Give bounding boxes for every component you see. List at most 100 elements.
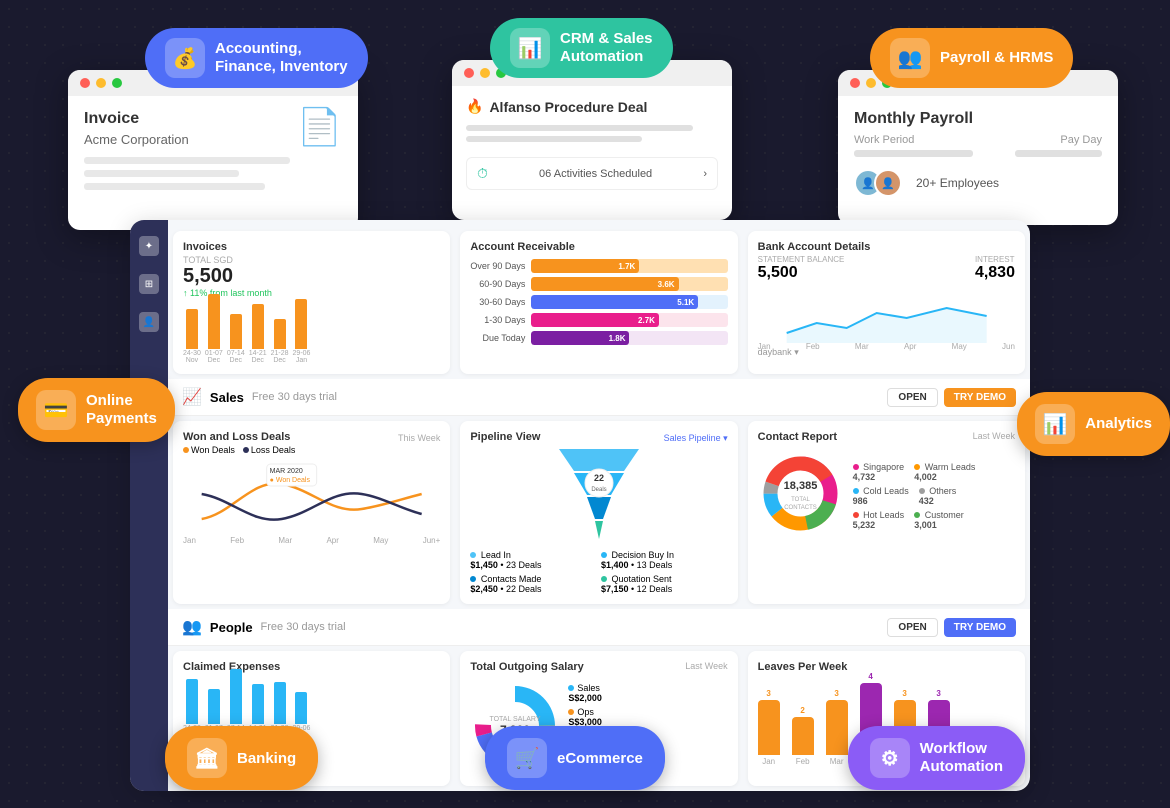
people-demo-btn[interactable]: TRY DEMO <box>944 618 1016 637</box>
svg-text:22: 22 <box>594 473 604 483</box>
leaves-title: Leaves Per Week <box>758 661 1015 673</box>
accounting-icon: 💰 <box>165 38 205 78</box>
badge-online-payments[interactable]: 💳 OnlinePayments <box>18 378 175 442</box>
payroll-title: Monthly Payroll <box>854 110 1102 128</box>
sales-title: Sales <box>210 390 244 405</box>
wl-chart: MAR 2020 ● Won Deals JanFebMarAprMayJun+ <box>183 459 440 539</box>
badge-crm[interactable]: 📊 CRM & SalesAutomation <box>490 18 673 78</box>
payments-icon: 💳 <box>36 390 76 430</box>
people-title: People <box>210 620 253 635</box>
ecommerce-label: eCommerce <box>557 750 643 767</box>
wl-period: This Week <box>398 433 440 443</box>
sales-icon: 📈 <box>182 387 202 407</box>
banking-label: Banking <box>237 750 296 767</box>
bank-balance: 5,500 <box>758 264 845 282</box>
payroll-icon: 👥 <box>890 38 930 78</box>
invoices-chart: 24-30Nov 01-07Dec 07-14Dec 14-21Dec <box>183 304 440 364</box>
crm-activity: ⏱ 06 Activities Scheduled › <box>466 157 718 190</box>
sales-demo-btn[interactable]: TRY DEMO <box>944 388 1016 407</box>
pipeline-title: Pipeline View <box>470 431 540 443</box>
sales-section-header: 📈 Sales Free 30 days trial OPEN TRY DEMO <box>168 379 1030 416</box>
svg-text:CONTACTS: CONTACTS <box>784 505 817 511</box>
sidebar-icon-1[interactable]: ✦ <box>139 236 159 256</box>
fire-icon: 🔥 <box>466 98 483 115</box>
row-2: Won and Loss Deals This Week Won Deals L… <box>168 416 1030 609</box>
bank-interest: 4,830 <box>975 264 1015 282</box>
crm-icon: 📊 <box>510 28 550 68</box>
pay-day-label: Pay Day <box>1060 134 1102 146</box>
bank-chart: JanFebMarAprMayJun <box>758 288 1015 343</box>
contact-chart: 18,385 TOTAL CONTACTS Singapore4,732 <box>758 451 1015 541</box>
contact-period: Last Week <box>973 431 1015 445</box>
people-trial: Free 30 days trial <box>261 621 346 633</box>
analytics-label: Analytics <box>1085 415 1152 433</box>
pipeline-info: Lead In$1,450 • 23 Deals Decision Buy In… <box>470 550 727 594</box>
pipeline-subtitle: Sales Pipeline ▾ <box>664 433 728 444</box>
workflow-label: WorkflowAutomation <box>920 740 1003 776</box>
invoices-subtitle: TOTAL SGD <box>183 255 440 265</box>
banking-icon: 🏛 <box>187 738 227 778</box>
bank-balance-label: STATEMENT BALANCE <box>758 255 845 264</box>
sidebar-icon-2[interactable]: ⊞ <box>139 274 159 294</box>
pipeline-card: Pipeline View Sales Pipeline ▾ <box>460 421 737 604</box>
invoices-value: 5,500 <box>183 265 440 288</box>
svg-text:● Won Deals: ● Won Deals <box>270 477 311 484</box>
payroll-label: Payroll & HRMS <box>940 49 1053 67</box>
people-section-header: 👥 People Free 30 days trial OPEN TRY DEM… <box>168 609 1030 646</box>
avatar-stack: 👤 👤 <box>854 169 894 197</box>
wl-title: Won and Loss Deals <box>183 431 290 443</box>
contact-legend: Singapore4,732 Warm Leads4,002 <box>853 462 976 530</box>
workflow-icon: ⚙ <box>870 738 910 778</box>
invoice-lines <box>84 157 342 190</box>
payments-label: OnlinePayments <box>86 392 157 428</box>
people-open-btn[interactable]: OPEN <box>887 618 937 637</box>
doc-icon: 📄 <box>297 106 342 148</box>
badge-workflow[interactable]: ⚙ WorkflowAutomation <box>848 726 1025 790</box>
employees-label: 20+ Employees <box>916 176 999 190</box>
ecommerce-icon: 🛒 <box>507 738 547 778</box>
expenses-title: Claimed Expenses <box>183 661 440 673</box>
bank-title: Bank Account Details <box>758 241 1015 253</box>
badge-payroll[interactable]: 👥 Payroll & HRMS <box>870 28 1073 88</box>
crm-window: 🔥 Alfanso Procedure Deal ⏱ 06 Activities… <box>452 60 732 220</box>
invoices-card: Invoices TOTAL SGD 5,500 ↑ 11% from last… <box>173 231 450 374</box>
bank-interest-label: INTEREST <box>975 255 1015 264</box>
wl-legend: Won Deals Loss Deals <box>183 445 440 455</box>
sales-trial: Free 30 days trial <box>252 391 337 403</box>
contact-title: Contact Report <box>758 431 837 443</box>
sidebar-icon-3[interactable]: 👤 <box>139 312 159 332</box>
contact-card: Contact Report Last Week <box>748 421 1025 604</box>
ar-chart: Over 90 Days 1.7K 60-90 Days <box>470 259 727 345</box>
people-icon: 👥 <box>182 617 202 637</box>
sales-open-btn[interactable]: OPEN <box>887 388 937 407</box>
crm-bars <box>452 121 732 151</box>
ar-title: Account Receivable <box>470 241 727 253</box>
invoice-window: 📄 Invoice Acme Corporation <box>68 70 358 230</box>
avatar-2: 👤 <box>874 169 902 197</box>
dash-content: Invoices TOTAL SGD 5,500 ↑ 11% from last… <box>168 220 1030 791</box>
badge-banking[interactable]: 🏛 Banking <box>165 726 318 790</box>
main-wrapper: 💰 Accounting,Finance, Inventory 📊 CRM & … <box>0 0 1170 808</box>
crm-title: 🔥 Alfanso Procedure Deal <box>466 98 718 115</box>
salary-period: Last Week <box>685 661 727 675</box>
ar-card: Account Receivable Over 90 Days 1.7K 60- <box>460 231 737 374</box>
badge-ecommerce[interactable]: 🛒 eCommerce <box>485 726 665 790</box>
accounting-label: Accounting,Finance, Inventory <box>215 40 348 76</box>
svg-text:18,385: 18,385 <box>783 480 817 492</box>
work-period-label: Work Period <box>854 134 914 146</box>
analytics-icon: 📊 <box>1035 404 1075 444</box>
svg-text:TOTAL SALARY: TOTAL SALARY <box>490 716 541 723</box>
svg-text:Deals: Deals <box>591 487 606 493</box>
crm-label: CRM & SalesAutomation <box>560 30 653 66</box>
svg-text:MAR 2020: MAR 2020 <box>270 468 303 475</box>
dashboard: ✦ ⊞ 👤 Invoices TOTAL SGD 5,500 ↑ 11% fro… <box>130 220 1030 791</box>
badge-accounting[interactable]: 💰 Accounting,Finance, Inventory <box>145 28 368 88</box>
payroll-window: Monthly Payroll Work Period Pay Day 👤 👤 … <box>838 70 1118 225</box>
salary-title: Total Outgoing Salary <box>470 661 583 673</box>
bank-card: Bank Account Details STATEMENT BALANCE 5… <box>748 231 1025 374</box>
badge-analytics[interactable]: 📊 Analytics <box>1017 392 1170 456</box>
invoices-title: Invoices <box>183 241 440 253</box>
sidebar: ✦ ⊞ 👤 <box>130 220 168 791</box>
activity-dot: ⏱ <box>477 165 488 182</box>
svg-text:TOTAL: TOTAL <box>791 497 810 503</box>
